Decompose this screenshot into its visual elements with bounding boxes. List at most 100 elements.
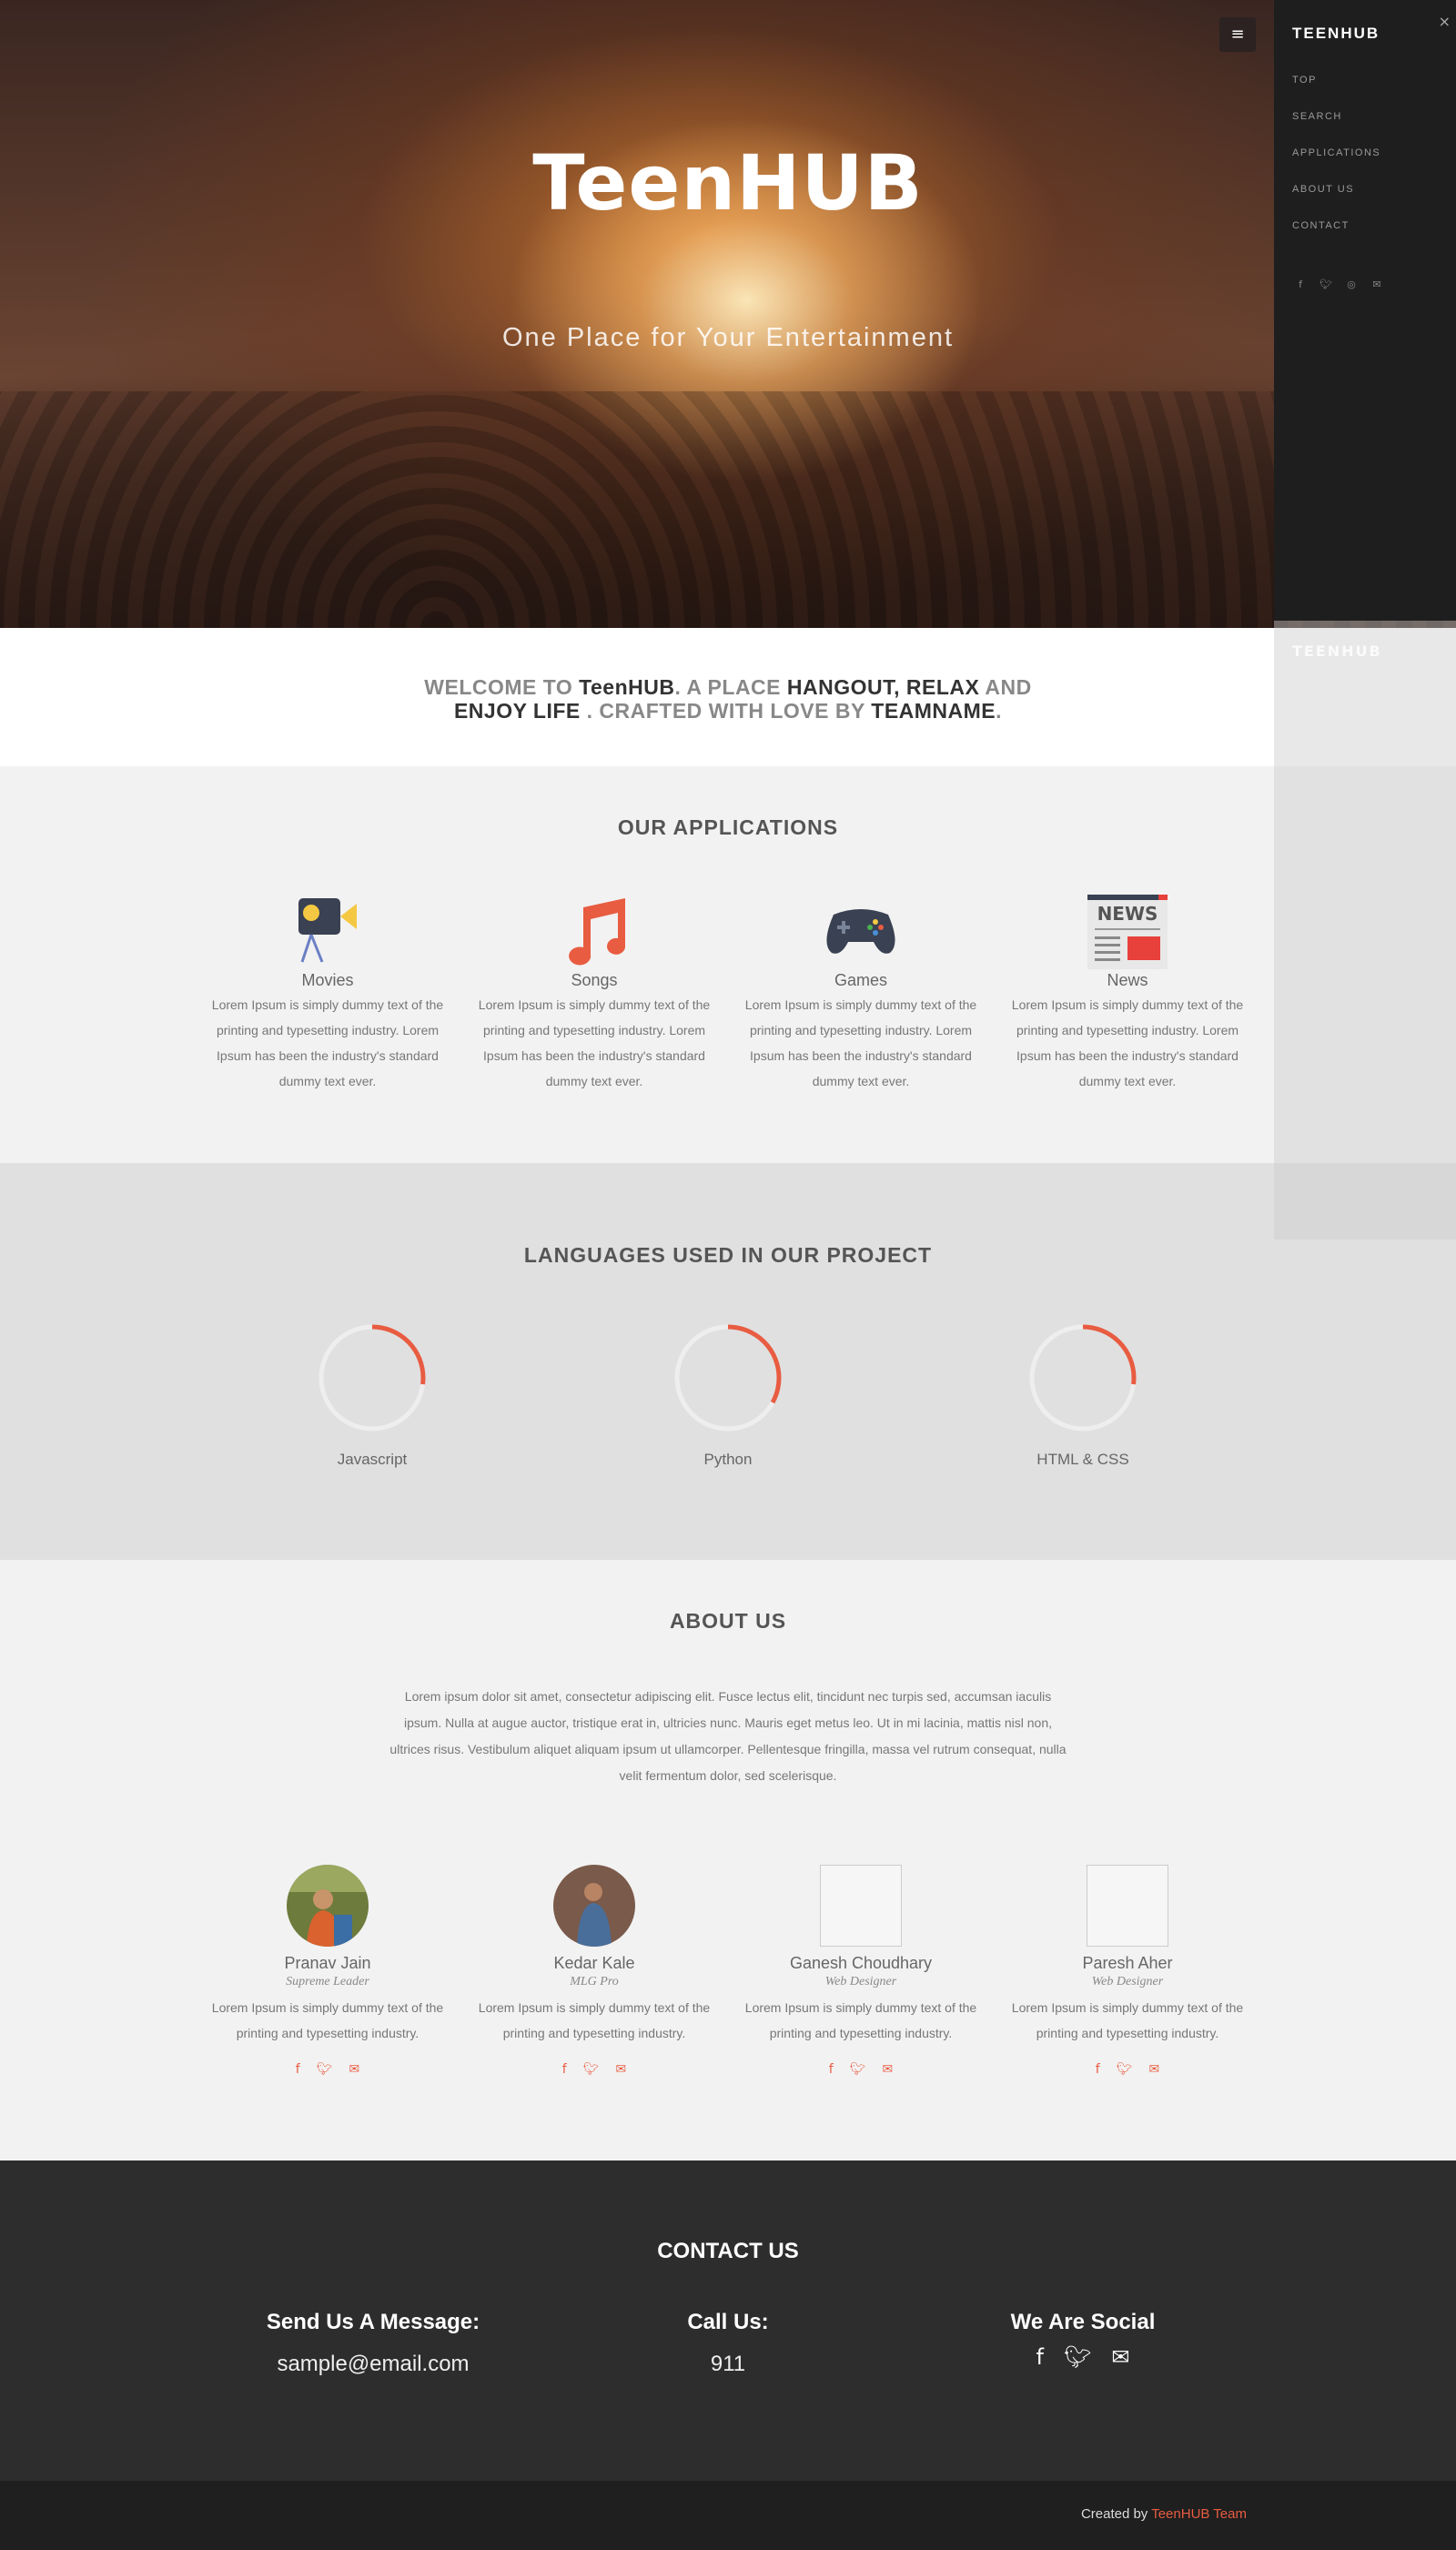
contact-email-link[interactable]: sample@email.com xyxy=(209,2352,537,2377)
about-text: Lorem ipsum dolor sit amet, consectetur … xyxy=(389,1689,1067,1783)
contact-title: CONTACT US xyxy=(657,2239,799,2263)
app-description: Lorem Ipsum is simply dummy text of the … xyxy=(211,997,444,1088)
sidebar-ghost-brand: TEENHUB xyxy=(1292,643,1382,660)
lang-javascript: Javascript xyxy=(281,1321,463,1469)
dribbble-icon[interactable]: ◎ xyxy=(1343,278,1360,290)
contact-phone[interactable]: 911 xyxy=(564,2352,892,2377)
avatar xyxy=(287,1865,369,1947)
hamburger-icon: ≡ xyxy=(1230,25,1245,44)
avatar-placeholder xyxy=(1087,1865,1168,1947)
facebook-icon[interactable]: f xyxy=(296,2062,300,2077)
contact-section: CONTACT US Send Us A Message: sample@ema… xyxy=(0,2160,1456,2481)
facebook-icon[interactable]: f xyxy=(1096,2062,1100,2077)
envelope-icon[interactable]: ✉ xyxy=(615,2062,626,2077)
progress-ring xyxy=(674,1324,782,1432)
close-icon[interactable]: × xyxy=(1439,13,1451,30)
facebook-icon[interactable]: f xyxy=(1292,278,1309,290)
contact-message-heading: Send Us A Message: xyxy=(266,2310,480,2334)
languages-section: LANGUAGES USED IN OUR PROJECT Javascript… xyxy=(0,1163,1456,1560)
member-name: Paresh Aher xyxy=(1082,1954,1173,1972)
app-description: Lorem Ipsum is simply dummy text of the … xyxy=(1011,997,1244,1088)
envelope-icon[interactable]: ✉ xyxy=(1111,2344,1129,2370)
applications-section: OUR APPLICATIONS Movies Lorem Ipsum is s… xyxy=(0,766,1456,1163)
member-description: Lorem Ipsum is simply dummy text of the … xyxy=(1011,2000,1244,2040)
sidebar-menu: TOP SEARCH APPLICATIONS ABOUT US CONTACT xyxy=(1292,71,1380,253)
movie-camera-icon xyxy=(282,889,373,971)
member-social: f 🐦︎ ✉ xyxy=(208,2062,447,2077)
footer-team-link[interactable]: TeenHUB Team xyxy=(1151,2506,1247,2522)
avatar-placeholder xyxy=(820,1865,902,1947)
contact-social: We Are Social f 🐦︎ ✉ xyxy=(919,2310,1247,2370)
facebook-icon[interactable]: f xyxy=(562,2062,567,2077)
member-social: f 🐦︎ ✉ xyxy=(1008,2062,1247,2077)
member-social: f 🐦︎ ✉ xyxy=(742,2062,980,2077)
facebook-icon[interactable]: f xyxy=(829,2062,834,2077)
facebook-icon[interactable]: f xyxy=(1036,2344,1043,2370)
member-name: Kedar Kale xyxy=(553,1954,635,1972)
sidebar-social: f 🐦︎ ◎ ✉ xyxy=(1292,278,1385,290)
contact-call-heading: Call Us: xyxy=(687,2310,769,2334)
footer: Created by TeenHUB Team xyxy=(0,2481,1456,2550)
member-name: Pranav Jain xyxy=(284,1954,371,1972)
app-card-news[interactable]: NEWS News Lorem Ipsum is simply dummy te… xyxy=(1008,889,1247,1094)
hero-section: TeenHUB One Place for Your Entertainment xyxy=(0,0,1456,628)
gamepad-icon xyxy=(815,889,906,971)
sidebar-brand[interactable]: TEENHUB xyxy=(1292,25,1380,43)
app-description: Lorem Ipsum is simply dummy text of the … xyxy=(744,997,977,1088)
app-card-games[interactable]: Games Lorem Ipsum is simply dummy text o… xyxy=(742,889,980,1094)
twitter-icon[interactable]: 🐦︎ xyxy=(1318,278,1334,290)
sidebar-item-search[interactable]: SEARCH xyxy=(1292,107,1380,144)
twitter-icon[interactable]: 🐦︎ xyxy=(583,2062,600,2077)
member-role: Web Designer xyxy=(1091,1975,1164,1988)
lang-python: Python xyxy=(637,1321,819,1469)
sidebar-item-applications[interactable]: APPLICATIONS xyxy=(1292,144,1380,180)
envelope-icon[interactable]: ✉ xyxy=(882,2062,893,2077)
envelope-icon[interactable]: ✉ xyxy=(349,2062,359,2077)
welcome-text: WELCOME TO TeenHUB. A PLACE HANGOUT, REL… xyxy=(424,675,1032,723)
progress-ring xyxy=(1029,1324,1137,1432)
sidebar-overlay: TEENHUB xyxy=(1274,621,1456,1240)
sidebar-item-contact[interactable]: CONTACT xyxy=(1292,217,1380,253)
sidebar-nav: × TEENHUB TOP SEARCH APPLICATIONS ABOUT … xyxy=(1274,0,1456,621)
sidebar-item-top[interactable]: TOP xyxy=(1292,71,1380,107)
sidebar-item-about-us[interactable]: ABOUT US xyxy=(1292,180,1380,217)
team-member: Paresh Aher Web Designer Lorem Ipsum is … xyxy=(1008,1865,1247,2077)
about-section: ABOUT US Lorem ipsum dolor sit amet, con… xyxy=(0,1560,1456,2160)
lang-name: Python xyxy=(703,1451,753,1468)
hero-title: TeenHUB xyxy=(532,138,924,228)
avatar xyxy=(553,1865,635,1947)
twitter-icon[interactable]: 🐦︎ xyxy=(1064,2344,1091,2370)
newspaper-icon: NEWS xyxy=(1082,889,1173,971)
lang-name: Javascript xyxy=(337,1451,408,1468)
envelope-icon[interactable]: ✉ xyxy=(1369,278,1385,290)
app-name: Games xyxy=(834,971,888,989)
languages-title: LANGUAGES USED IN OUR PROJECT xyxy=(523,1243,933,1267)
twitter-icon[interactable]: 🐦︎ xyxy=(850,2062,866,2077)
contact-social-heading: We Are Social xyxy=(1010,2310,1156,2334)
applications-title: OUR APPLICATIONS xyxy=(617,815,839,839)
contact-message: Send Us A Message: sample@email.com xyxy=(209,2310,537,2377)
member-role: Supreme Leader xyxy=(286,1975,369,1988)
app-card-songs[interactable]: Songs Lorem Ipsum is simply dummy text o… xyxy=(475,889,713,1094)
news-icon-label: NEWS xyxy=(1097,903,1158,925)
footer-credit-prefix: Created by xyxy=(1080,2506,1152,2522)
twitter-icon[interactable]: 🐦︎ xyxy=(1117,2062,1133,2077)
about-title: ABOUT US xyxy=(669,1609,787,1633)
app-name: Songs xyxy=(571,971,618,989)
welcome-section: WELCOME TO TeenHUB. A PLACE HANGOUT, REL… xyxy=(0,628,1456,766)
contact-social-icons: f 🐦︎ ✉ xyxy=(919,2344,1247,2370)
app-name: News xyxy=(1107,971,1148,989)
menu-toggle-button[interactable]: ≡ xyxy=(1219,17,1256,52)
member-role: Web Designer xyxy=(824,1975,897,1988)
hero-subtitle: One Place for Your Entertainment xyxy=(501,323,955,352)
footer-credit: Created by TeenHUB Team xyxy=(1081,2506,1247,2522)
team-member: Pranav Jain Supreme Leader Lorem Ipsum i… xyxy=(208,1865,447,2077)
lang-html-css: HTML & CSS xyxy=(992,1321,1174,1469)
lang-name: HTML & CSS xyxy=(1036,1451,1129,1468)
app-name: Movies xyxy=(301,971,354,989)
contact-call: Call Us: 911 xyxy=(564,2310,892,2377)
twitter-icon[interactable]: 🐦︎ xyxy=(317,2062,333,2077)
envelope-icon[interactable]: ✉ xyxy=(1148,2062,1159,2077)
app-card-movies[interactable]: Movies Lorem Ipsum is simply dummy text … xyxy=(208,889,447,1094)
member-description: Lorem Ipsum is simply dummy text of the … xyxy=(211,2000,444,2040)
